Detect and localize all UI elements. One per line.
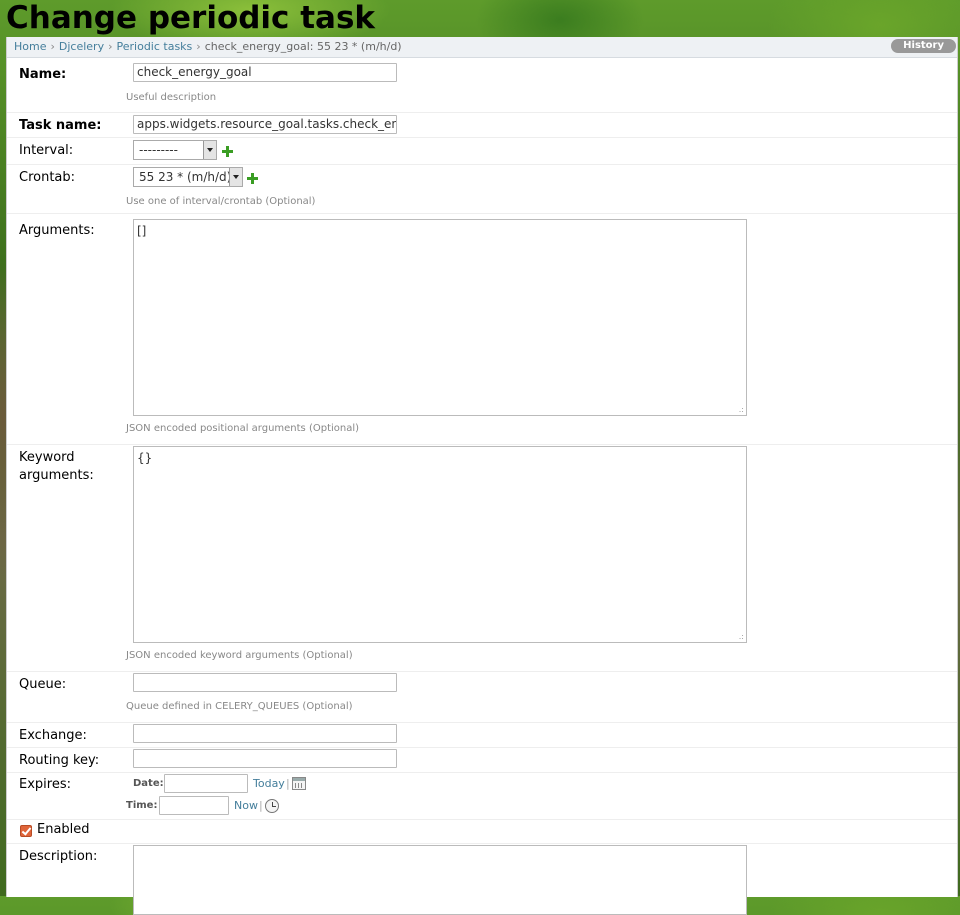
enabled-checkbox[interactable]	[20, 825, 32, 837]
form-row-crontab: Crontab: 55 23 * (m/h/d) Use one of inte…	[7, 165, 957, 214]
name-input[interactable]: check_energy_goal	[133, 63, 397, 82]
crontab-select-value: 55 23 * (m/h/d)	[139, 170, 232, 184]
chevron-down-icon	[229, 168, 242, 186]
add-crontab-icon[interactable]	[247, 173, 258, 184]
description-label: Description:	[19, 849, 98, 864]
crontab-select[interactable]: 55 23 * (m/h/d)	[133, 167, 243, 187]
now-link[interactable]: Now	[234, 799, 258, 812]
interval-label: Interval:	[19, 143, 74, 158]
breadcrumb-model-link[interactable]: Periodic tasks	[117, 40, 193, 53]
arguments-value: []	[137, 224, 147, 238]
link-separator: |	[259, 799, 263, 812]
exchange-label: Exchange:	[19, 728, 87, 743]
description-textarea[interactable]	[133, 845, 747, 915]
form-row-exchange: Exchange:	[7, 723, 957, 748]
arguments-label: Arguments:	[19, 223, 95, 238]
crontab-help-text: Use one of interval/crontab (Optional)	[126, 196, 316, 207]
link-separator: |	[286, 777, 290, 790]
today-link[interactable]: Today	[253, 777, 285, 790]
breadcrumb-current: check_energy_goal: 55 23 * (m/h/d)	[204, 40, 402, 53]
form-row-description: Description:	[7, 844, 957, 915]
form-row-expires: Expires: Date: Today | Time: Now |	[7, 773, 957, 820]
add-interval-icon[interactable]	[222, 146, 233, 157]
expires-date-label: Date:	[133, 778, 164, 789]
form-row-arguments: Arguments: [] .: JSON encoded positional…	[7, 214, 957, 445]
breadcrumb-home-link[interactable]: Home	[14, 40, 46, 53]
expires-time-label: Time:	[126, 800, 158, 811]
form-row-task-name: Task name: apps.widgets.resource_goal.ta…	[7, 113, 957, 138]
breadcrumb-separator: ›	[108, 40, 113, 53]
form-row-routing-key: Routing key:	[7, 748, 957, 773]
form-row-interval: Interval: ---------	[7, 138, 957, 165]
calendar-icon[interactable]	[292, 777, 306, 790]
breadcrumb-separator: ›	[50, 40, 55, 53]
expires-label: Expires:	[19, 777, 71, 792]
name-help-text: Useful description	[126, 92, 217, 103]
expires-time-input[interactable]	[159, 796, 229, 815]
arguments-textarea[interactable]: [] .:	[133, 219, 747, 416]
queue-input[interactable]	[133, 673, 397, 692]
form-row-kwargs: Keyword arguments: {} .: JSON encoded ke…	[7, 445, 957, 672]
kwargs-textarea[interactable]: {} .:	[133, 446, 747, 643]
arguments-help-text: JSON encoded positional arguments (Optio…	[126, 423, 360, 434]
breadcrumb: Home › Djcelery › Periodic tasks › check_energ…	[7, 37, 957, 58]
task-name-label: Task name:	[19, 118, 102, 133]
chevron-down-icon	[203, 141, 216, 159]
exchange-input[interactable]	[133, 724, 397, 743]
breadcrumb-separator: ›	[196, 40, 201, 53]
crontab-label: Crontab:	[19, 170, 76, 185]
interval-select[interactable]: ---------	[133, 140, 217, 160]
task-name-input[interactable]: apps.widgets.resource_goal.tasks.check_e…	[133, 115, 397, 134]
name-label: Name:	[19, 67, 67, 82]
form-row-name: Name: check_energy_goal Useful descripti…	[7, 58, 957, 113]
queue-help-text: Queue defined in CELERY_QUEUES (Optional…	[126, 701, 353, 712]
resize-grip-icon[interactable]: .:	[739, 633, 744, 641]
enabled-label: Enabled	[37, 822, 90, 837]
resize-grip-icon[interactable]: .:	[739, 406, 744, 414]
kwargs-label: Keyword arguments:	[19, 450, 94, 483]
page-title: Change periodic task	[6, 0, 376, 36]
routing-key-label: Routing key:	[19, 753, 100, 768]
form-row-enabled: Enabled	[7, 820, 957, 844]
interval-select-value: ---------	[139, 143, 178, 157]
form-row-queue: Queue: Queue defined in CELERY_QUEUES (O…	[7, 672, 957, 723]
expires-date-input[interactable]	[164, 774, 248, 793]
history-button[interactable]: History	[891, 39, 956, 53]
kwargs-help-text: JSON encoded keyword arguments (Optional…	[126, 650, 353, 661]
queue-label: Queue:	[19, 677, 67, 692]
routing-key-input[interactable]	[133, 749, 397, 768]
breadcrumb-app-link[interactable]: Djcelery	[59, 40, 104, 53]
clock-icon[interactable]	[265, 799, 279, 813]
change-form-panel: Home › Djcelery › Periodic tasks › check_energ…	[6, 37, 958, 915]
kwargs-value: {}	[137, 451, 153, 465]
